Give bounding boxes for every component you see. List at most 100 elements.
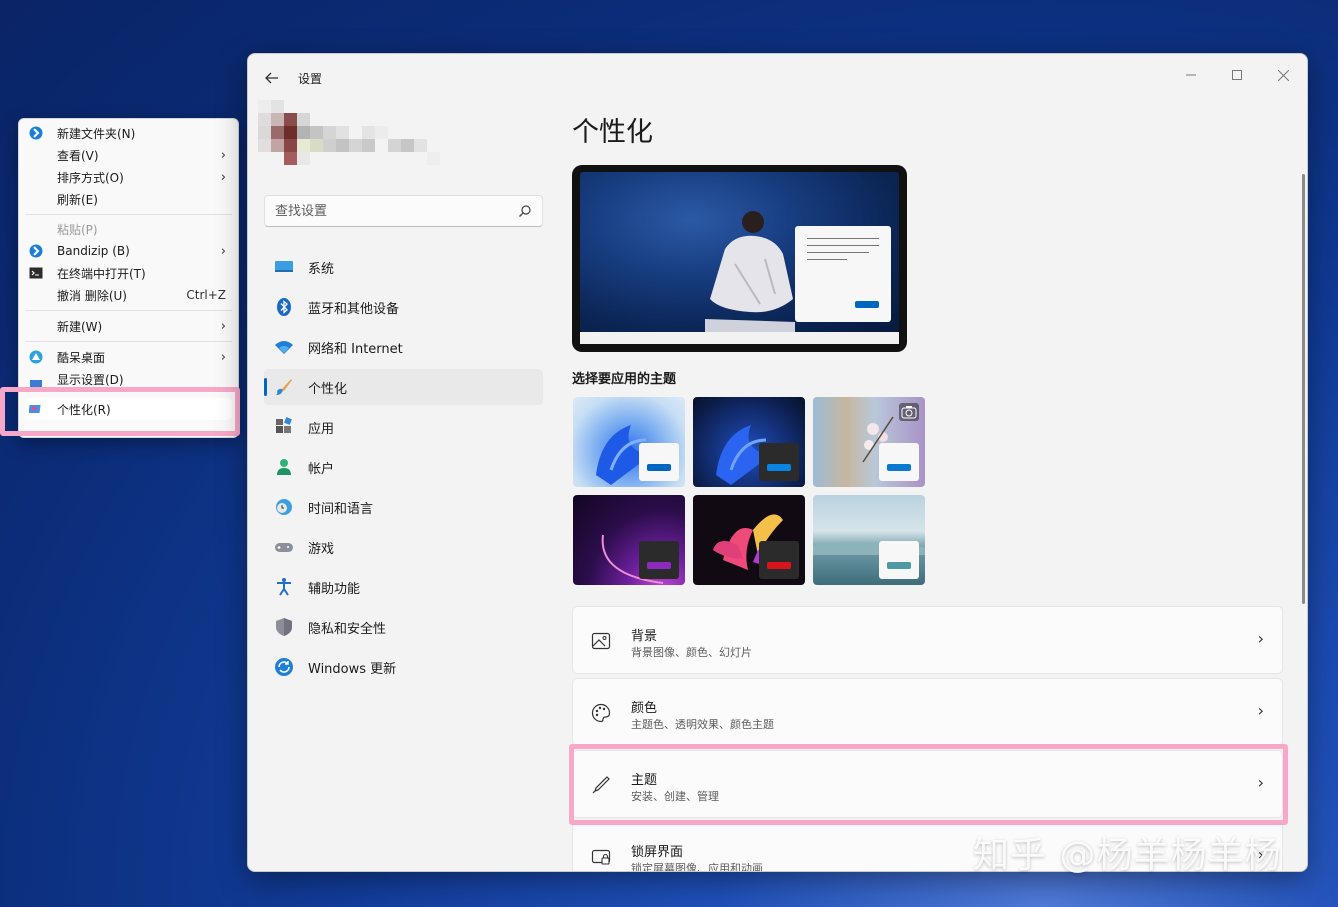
page-title: 个性化	[572, 117, 653, 148]
search-box[interactable]	[264, 195, 543, 227]
window-title: 设置	[298, 72, 323, 86]
image-icon	[591, 632, 611, 650]
accessibility-icon	[277, 578, 291, 596]
nav-item-privacy-security[interactable]: 隐私和安全性	[264, 609, 543, 645]
apps-icon	[276, 417, 292, 433]
scrollbar[interactable]	[1302, 174, 1305, 604]
lock-screen-icon	[591, 849, 611, 865]
ctx-item-label: 排序方式(O)	[57, 170, 124, 185]
ctx-item-label: 刷新(E)	[57, 192, 98, 207]
ctx-item-label: 粘贴(P)	[57, 222, 98, 237]
ctx-display-settings[interactable]: 显示设置(D)	[25, 374, 232, 388]
bandizip-icon	[29, 244, 43, 258]
nav-item-label: Windows 更新	[308, 661, 397, 677]
avatar[interactable]	[258, 100, 458, 180]
nav-item-windows-update[interactable]: Windows 更新	[264, 649, 543, 685]
nav-item-time-language[interactable]: 时间和语言	[264, 489, 543, 525]
bandizip-icon	[29, 126, 43, 140]
bluetooth-icon	[277, 298, 291, 316]
chevron-right-icon: ›	[220, 349, 226, 365]
ctx-item-label: 查看(V)	[57, 148, 99, 163]
ctx-divider	[25, 310, 232, 311]
ctx-refresh[interactable]: 刷新(E)	[25, 188, 232, 210]
nav-item-accounts[interactable]: 帐户	[264, 449, 543, 485]
highlight-frame	[569, 744, 1288, 825]
wifi-icon	[275, 341, 293, 354]
ctx-open-terminal[interactable]: 在终端中打开(T)	[25, 262, 232, 284]
nav-item-label: 辅助功能	[308, 581, 361, 597]
ctx-new[interactable]: 新建(W) ›	[25, 315, 232, 337]
ctx-divider	[25, 214, 232, 215]
card-title: 颜色	[631, 701, 658, 716]
nav-item-label: 帐户	[308, 461, 335, 477]
nav-item-system[interactable]: 系统	[264, 249, 543, 285]
ctx-item-label: 在终端中打开(T)	[57, 266, 146, 281]
ctx-sort[interactable]: 排序方式(O) ›	[25, 166, 232, 188]
preview-app-window	[795, 226, 891, 322]
nav-item-network[interactable]: 网络和 Internet	[264, 329, 543, 365]
chevron-right-icon: ›	[220, 318, 226, 334]
brush-icon	[276, 379, 292, 395]
chevron-right-icon: ›	[1257, 629, 1264, 648]
ctx-view[interactable]: 查看(V) ›	[25, 144, 232, 166]
nav-item-label: 个性化	[308, 381, 348, 397]
nav-item-accessibility[interactable]: 辅助功能	[264, 569, 543, 605]
chevron-right-icon: ›	[1257, 701, 1264, 720]
palette-icon	[591, 703, 611, 723]
nav-item-label: 隐私和安全性	[308, 621, 387, 637]
theme-thumbnail-windows-dark[interactable]	[693, 397, 805, 487]
nav-item-label: 游戏	[308, 541, 335, 557]
nav-item-personalization[interactable]: 个性化	[264, 369, 543, 405]
search-input[interactable]	[275, 203, 505, 219]
camera-icon	[899, 403, 919, 421]
ctx-new-folder[interactable]: 新建文件夹(N)	[25, 122, 232, 144]
card-background[interactable]: 背景 背景图像、颜色、幻灯片 ›	[572, 606, 1283, 674]
watermark: 知乎 @杨羊杨羊杨	[973, 835, 1282, 876]
preview-taskbar	[580, 332, 899, 344]
ctx-item-label: 新建(W)	[57, 319, 103, 334]
card-colors[interactable]: 颜色 主题色、透明效果、颜色主题 ›	[572, 678, 1283, 746]
chevron-right-icon: ›	[220, 147, 226, 163]
clock-globe-icon	[276, 499, 292, 515]
back-button[interactable]	[262, 68, 282, 88]
ctx-item-label: 显示设置(D)	[57, 374, 124, 387]
card-title: 锁屏界面	[631, 845, 684, 860]
ctx-undo-delete[interactable]: 撤消 删除(U) Ctrl+Z	[25, 284, 232, 306]
highlight-frame	[0, 387, 240, 436]
preview-wallpaper	[580, 172, 899, 332]
nav-item-label: 应用	[308, 421, 335, 437]
maximize-icon	[1232, 70, 1242, 80]
theme-thumbnail-glow[interactable]	[573, 495, 685, 585]
ctx-kudai-desktop[interactable]: 酷呆桌面 ›	[25, 346, 232, 368]
ctx-item-label: 撤消 删除(U)	[57, 288, 127, 303]
gamepad-icon	[275, 543, 293, 552]
ctx-shortcut: Ctrl+Z	[186, 288, 226, 302]
search-icon	[519, 205, 531, 217]
nav-item-bluetooth[interactable]: 蓝牙和其他设备	[264, 289, 543, 325]
theme-thumbnail-captured-motion[interactable]	[693, 495, 805, 585]
kudai-icon	[29, 350, 43, 364]
ctx-item-label: 酷呆桌面	[57, 350, 106, 365]
chevron-right-icon: ›	[220, 243, 226, 259]
person-icon	[277, 459, 291, 475]
ctx-bandizip[interactable]: Bandizip (B) ›	[25, 240, 232, 262]
update-icon	[275, 658, 293, 676]
nav-item-gaming[interactable]: 游戏	[264, 529, 543, 565]
theme-thumbnail-flow[interactable]	[813, 495, 925, 585]
ctx-item-label: 新建文件夹(N)	[57, 126, 136, 141]
arrow-left-icon	[265, 72, 278, 84]
minimize-icon	[1186, 74, 1196, 76]
theme-thumbnail-windows-light[interactable]	[573, 397, 685, 487]
close-button[interactable]	[1260, 60, 1306, 90]
minimize-button[interactable]	[1168, 60, 1214, 90]
maximize-button[interactable]	[1214, 60, 1260, 90]
nav-item-label: 网络和 Internet	[308, 341, 403, 357]
themes-section-label: 选择要应用的主题	[572, 372, 677, 387]
ctx-paste[interactable]: 粘贴(P)	[25, 218, 232, 240]
close-icon	[1277, 69, 1289, 81]
nav-item-apps[interactable]: 应用	[264, 409, 543, 445]
ctx-divider	[25, 341, 232, 342]
theme-thumbnail-spotlight[interactable]	[813, 397, 925, 487]
terminal-icon	[29, 267, 43, 279]
card-title: 背景	[631, 629, 658, 644]
